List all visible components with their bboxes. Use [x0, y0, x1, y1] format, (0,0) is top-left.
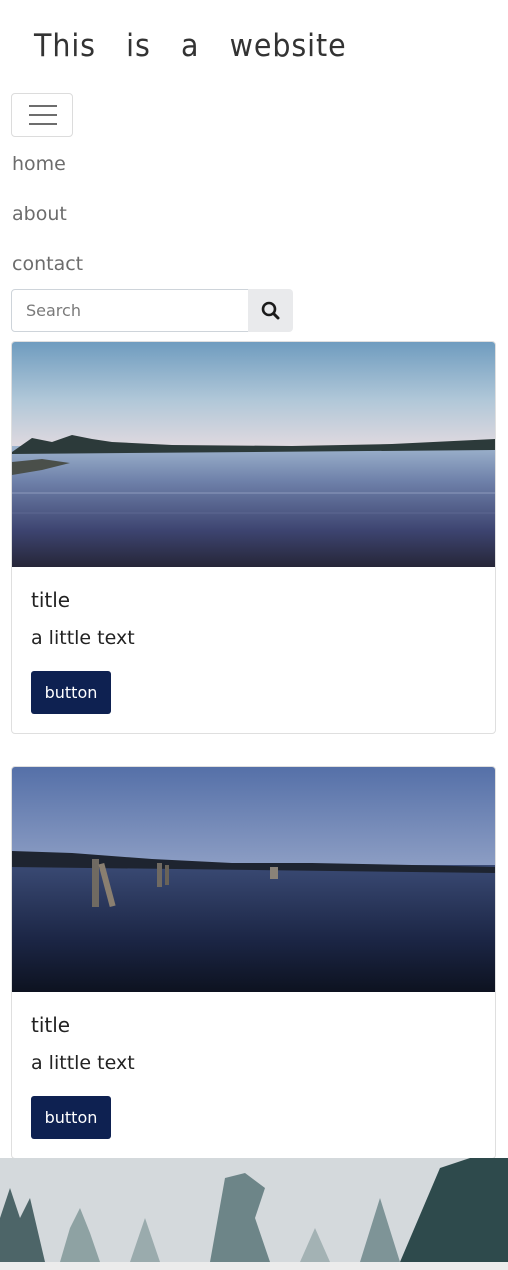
card-text: a little text: [31, 1052, 135, 1074]
card-button[interactable]: button: [31, 1096, 111, 1139]
nav-link-about[interactable]: about: [12, 202, 67, 226]
search-input[interactable]: [11, 289, 249, 332]
card: title a little text button: [11, 341, 496, 734]
nav-link-home[interactable]: home: [12, 152, 66, 176]
hamburger-menu-icon: [29, 105, 57, 107]
nav-link-contact[interactable]: contact: [12, 252, 83, 276]
bottom-bar: [0, 1262, 508, 1270]
card: title a little text button: [11, 766, 496, 1159]
navbar-toggle-button[interactable]: [11, 93, 73, 137]
search-icon: [261, 301, 280, 320]
card-title: title: [31, 588, 71, 612]
search-button[interactable]: [248, 289, 293, 332]
card-text: a little text: [31, 627, 135, 649]
card-image-lake-sunset: [12, 342, 495, 567]
card-title: title: [31, 1013, 71, 1037]
card-button[interactable]: button: [31, 671, 111, 714]
footer-image-misty-forest: [0, 1158, 508, 1262]
site-title: This is a website: [34, 28, 347, 64]
card-image-lake-dusk: [12, 767, 495, 992]
